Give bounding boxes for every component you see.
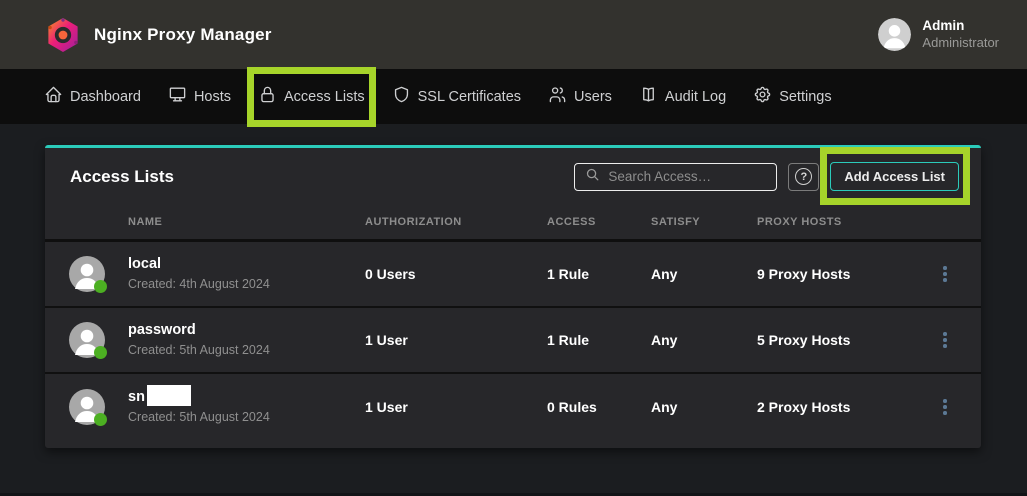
row-actions-kebab-icon[interactable] xyxy=(933,392,957,422)
panel-actions: ? Add Access List xyxy=(574,162,959,191)
nav-item-access-lists[interactable]: Access Lists xyxy=(258,85,365,108)
row-name-cell: password Created: 5th August 2024 xyxy=(128,320,365,359)
proxy-hosts-value: 9 Proxy Hosts xyxy=(757,266,913,282)
users-icon xyxy=(548,85,567,108)
add-access-list-annotation: Add Access List xyxy=(830,162,959,191)
table-row: sn Created: 5th August 2024 1 User 0 Rul… xyxy=(45,374,981,440)
nav-item-label: Dashboard xyxy=(70,89,141,105)
search-box[interactable] xyxy=(574,163,777,191)
access-lists-panel: Access Lists ? Add Access List xyxy=(45,145,981,448)
user-avatar xyxy=(878,18,911,51)
nav-item-settings[interactable]: Settings xyxy=(753,85,831,108)
user-menu[interactable]: Admin Administrator xyxy=(878,18,999,51)
row-name-cell: local Created: 4th August 2024 xyxy=(128,254,365,293)
satisfy-value: Any xyxy=(651,399,757,415)
nav-item-ssl-certificates[interactable]: SSL Certificates xyxy=(392,85,521,108)
home-icon xyxy=(44,85,63,108)
access-list-created: Created: 4th August 2024 xyxy=(128,275,365,293)
column-header-authorization: Authorization xyxy=(365,216,547,228)
main-nav: Dashboard Hosts Access Lists SSL Certifi… xyxy=(0,69,1027,124)
row-avatar xyxy=(69,389,105,425)
row-name-cell: sn Created: 5th August 2024 xyxy=(128,387,365,426)
search-input[interactable] xyxy=(608,169,766,184)
panel-header: Access Lists ? Add Access List xyxy=(45,148,981,205)
column-header-satisfy: Satisfy xyxy=(651,216,757,228)
access-value: 0 Rules xyxy=(547,399,651,415)
access-value: 1 Rule xyxy=(547,332,651,348)
book-icon xyxy=(639,85,658,108)
satisfy-value: Any xyxy=(651,332,757,348)
nav-item-dashboard[interactable]: Dashboard xyxy=(44,85,141,108)
row-avatar xyxy=(69,322,105,358)
redaction-box xyxy=(147,385,191,406)
nav-item-label: Audit Log xyxy=(665,89,726,105)
column-header-proxy-hosts: Proxy Hosts xyxy=(757,216,913,228)
brand: Nginx Proxy Manager xyxy=(46,17,272,53)
table-row: password Created: 5th August 2024 1 User… xyxy=(45,308,981,374)
proxy-hosts-value: 5 Proxy Hosts xyxy=(757,332,913,348)
user-role: Administrator xyxy=(922,35,999,51)
help-button[interactable]: ? xyxy=(788,163,819,191)
authorization-value: 0 Users xyxy=(365,266,547,282)
app-logo-icon xyxy=(46,17,80,53)
user-name: Admin xyxy=(922,18,999,35)
status-online-dot xyxy=(94,280,107,293)
access-list-name: sn xyxy=(128,387,365,408)
table-header: Name Authorization Access Satisfy Proxy … xyxy=(45,205,981,242)
app-title: Nginx Proxy Manager xyxy=(94,25,272,45)
status-online-dot xyxy=(94,413,107,426)
access-value: 1 Rule xyxy=(547,266,651,282)
search-icon xyxy=(585,167,600,187)
access-list-name: local xyxy=(128,254,365,275)
app-header: Nginx Proxy Manager Admin Administrator xyxy=(0,0,1027,69)
question-mark-icon: ? xyxy=(795,168,812,185)
row-avatar xyxy=(69,256,105,292)
access-list-created: Created: 5th August 2024 xyxy=(128,408,365,426)
nav-item-label: Access Lists xyxy=(284,89,365,105)
row-actions-kebab-icon[interactable] xyxy=(933,259,957,289)
shield-icon xyxy=(392,85,411,108)
authorization-value: 1 User xyxy=(365,399,547,415)
satisfy-value: Any xyxy=(651,266,757,282)
nav-item-label: Users xyxy=(574,89,612,105)
monitor-icon xyxy=(168,85,187,108)
access-list-created: Created: 5th August 2024 xyxy=(128,341,365,359)
page-title: Access Lists xyxy=(70,167,174,187)
main-content: Access Lists ? Add Access List xyxy=(0,124,1027,448)
status-online-dot xyxy=(94,346,107,359)
column-header-access: Access xyxy=(547,216,651,228)
column-header-name: Name xyxy=(128,216,365,228)
row-actions-kebab-icon[interactable] xyxy=(933,325,957,355)
nav-item-audit-log[interactable]: Audit Log xyxy=(639,85,726,108)
add-access-list-button[interactable]: Add Access List xyxy=(830,162,959,191)
nav-item-users[interactable]: Users xyxy=(548,85,612,108)
nav-item-label: Hosts xyxy=(194,89,231,105)
authorization-value: 1 User xyxy=(365,332,547,348)
table-row: local Created: 4th August 2024 0 Users 1… xyxy=(45,242,981,308)
nav-item-hosts[interactable]: Hosts xyxy=(168,85,231,108)
access-list-name: password xyxy=(128,320,365,341)
proxy-hosts-value: 2 Proxy Hosts xyxy=(757,399,913,415)
nav-item-label: SSL Certificates xyxy=(418,89,521,105)
gear-icon xyxy=(753,85,772,108)
nav-item-label: Settings xyxy=(779,89,831,105)
lock-icon xyxy=(258,85,277,108)
user-meta: Admin Administrator xyxy=(922,18,999,51)
